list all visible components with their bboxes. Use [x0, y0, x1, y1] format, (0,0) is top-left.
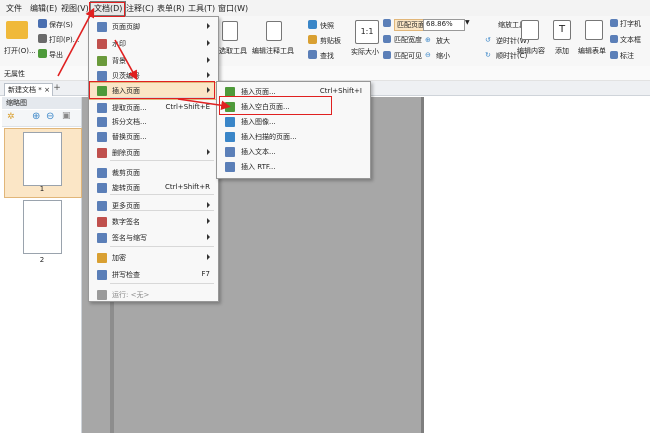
- arrow-to-insert-blank-page: [177, 98, 231, 111]
- arrow-to-document-menu: [57, 7, 95, 77]
- arrow-to-insert-page: [114, 39, 138, 81]
- watermark-logo: Baidu 经验: [494, 374, 639, 404]
- watermark-url: jingyan.baidu.com: [516, 405, 600, 415]
